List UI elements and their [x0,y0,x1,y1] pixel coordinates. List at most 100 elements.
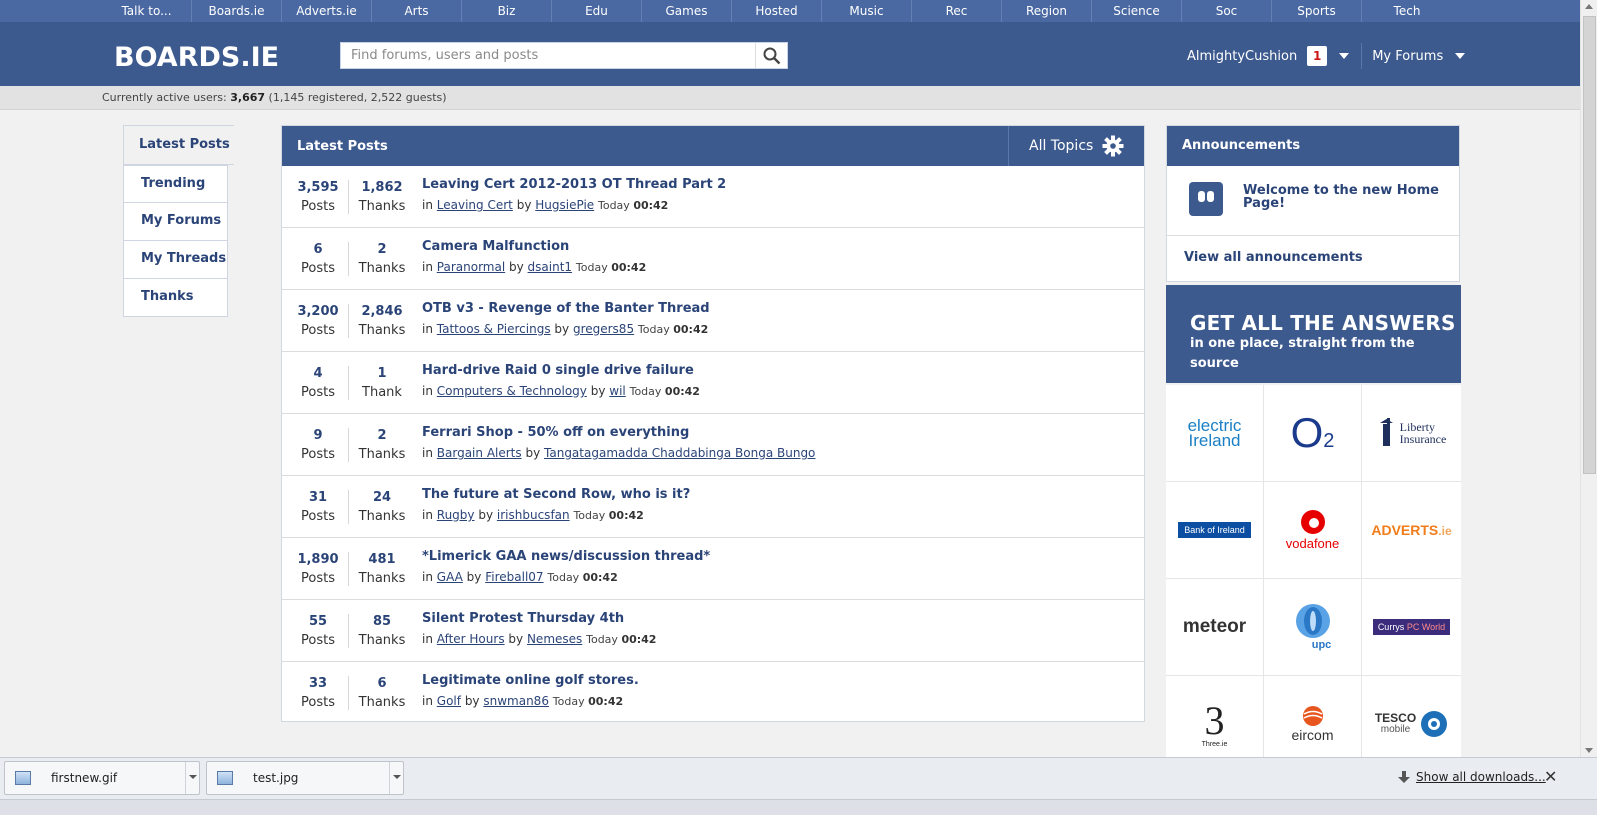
forum-link[interactable]: Bargain Alerts [437,446,522,460]
adverts-logo[interactable]: ADVERTS.ie [1362,482,1461,579]
thread-title-link[interactable]: Camera Malfunction [422,239,569,254]
scrollbar-thumb[interactable] [1583,16,1596,474]
category-link[interactable]: Biz [462,0,552,22]
by-label: by [516,198,532,212]
thanks-count-value: 2 [377,428,387,443]
active-users-total: 3,667 [230,91,266,104]
close-downloads-icon[interactable]: ✕ [1544,767,1557,786]
thread-title-link[interactable]: Silent Protest Thursday 4th [422,611,624,626]
brand-line1: Currys [1377,622,1405,632]
forum-link[interactable]: After Hours [437,632,505,646]
currys-logo[interactable]: Currys PC World [1362,579,1461,676]
bank-of-ireland-logo[interactable]: Bank of Ireland [1166,482,1264,579]
forum-link[interactable]: Tattoos & Piercings [437,322,551,336]
forum-link[interactable]: GAA [437,570,463,584]
thread-title-link[interactable]: Legitimate online golf stores. [422,673,639,688]
user-link[interactable]: Nemeses [527,632,582,646]
forum-link[interactable]: Golf [437,694,461,708]
partner-brands-grid: electric Ireland O2 Liberty Insurance Bank of… [1166,385,1461,773]
tab-my-forums[interactable]: My Forums [123,203,228,241]
category-link[interactable]: Talk to... [102,0,192,22]
scroll-down-arrow-icon[interactable] [1585,748,1593,753]
all-topics-filter[interactable]: All Topics [1008,126,1144,166]
thanks-count: 481 Thanks [354,550,410,588]
user-link[interactable]: Tangatagamadda Chaddabinga Bonga Bungo [544,446,815,460]
tab-my-threads[interactable]: My Threads [123,241,228,279]
category-link[interactable]: Edu [552,0,642,22]
category-link[interactable]: Adverts.ie [282,0,372,22]
user-link[interactable]: Fireball07 [485,570,543,584]
search-input[interactable] [341,43,755,68]
announcement-item[interactable]: Welcome to the new Home Page! [1167,166,1459,236]
category-link[interactable]: Music [822,0,912,22]
username-link[interactable]: AlmightyCushion [1187,49,1297,64]
view-all-announcements-link[interactable]: View all announcements [1167,236,1459,280]
user-link[interactable]: wil [609,384,625,398]
user-link[interactable]: snwman86 [483,694,549,708]
category-link[interactable]: Science [1092,0,1182,22]
user-dropdown-caret-icon[interactable] [1339,53,1350,59]
thanks-count-label: Thanks [358,695,406,710]
promo-banner[interactable]: GET ALL THE ANSWERS in one place, straig… [1166,285,1461,383]
download-menu-caret-icon[interactable] [185,762,199,794]
thread-meta: in Bargain Alerts by Tangatagamadda Chad… [422,446,815,460]
category-link[interactable]: Rec [912,0,1002,22]
gear-icon[interactable] [1102,135,1124,157]
user-link[interactable]: irishbucsfan [497,508,570,522]
category-link[interactable]: Soc [1182,0,1272,22]
post-day: Today [575,261,608,274]
category-link[interactable]: Sports [1272,0,1362,22]
electric-ireland-logo[interactable]: electric Ireland [1166,385,1264,482]
tab-latest-posts[interactable]: Latest Posts [123,125,234,165]
downloads-bar: firstnew.gif test.jpg Show all downloads… [0,757,1597,815]
user-link[interactable]: dsaint1 [528,260,573,274]
thread-title-link[interactable]: Ferrari Shop - 50% off on everything [422,425,689,440]
scroll-up-arrow-icon[interactable] [1585,4,1593,9]
liberty-insurance-logo[interactable]: Liberty Insurance [1362,385,1461,482]
notification-badge[interactable]: 1 [1307,46,1328,66]
brand-line1: eircom [1291,727,1334,743]
category-link[interactable]: Arts [372,0,462,22]
thread-title-link[interactable]: *Limerick GAA news/discussion thread* [422,549,710,564]
category-link[interactable]: Hosted [732,0,822,22]
category-link[interactable]: Boards.ie [192,0,282,22]
show-all-downloads[interactable]: Show all downloads... [1398,770,1546,784]
thread-title-link[interactable]: Hard-drive Raid 0 single drive failure [422,363,694,378]
user-link[interactable]: gregers85 [573,322,634,336]
search-button[interactable] [755,43,787,68]
download-item[interactable]: test.jpg [206,761,404,795]
user-link[interactable]: HugsiePie [535,198,594,212]
announcement-text[interactable]: Welcome to the new Home Page! [1243,184,1453,210]
show-all-downloads-link[interactable]: Show all downloads... [1416,770,1546,784]
forum-link[interactable]: Rugby [437,508,475,522]
post-row: 55 Posts 85 Thanks Silent Protest Thursday 4… [282,600,1144,662]
vodafone-logo[interactable]: vodafone [1264,482,1362,579]
category-link[interactable]: Games [642,0,732,22]
thread-title-link[interactable]: The future at Second Row, who is it? [422,487,690,502]
o2-logo[interactable]: O2 [1264,385,1362,482]
tab-trending[interactable]: Trending [123,165,228,203]
meteor-logo[interactable]: meteor [1166,579,1264,676]
my-forums-caret-icon[interactable] [1455,53,1466,59]
category-link[interactable]: Region [1002,0,1092,22]
download-item[interactable]: firstnew.gif [4,761,200,795]
post-time: 00:42 [611,261,647,274]
forum-link[interactable]: Leaving Cert [437,198,513,212]
upc-logo[interactable]: upc [1264,579,1362,676]
post-time: 00:42 [621,633,657,646]
post-list: 3,595 Posts 1,862 Thanks Leaving Cert 2012-2… [282,166,1144,724]
download-menu-caret-icon[interactable] [389,762,403,794]
thread-meta: in Computers & Technology by wil Today 0… [422,384,700,398]
boards-logo[interactable]: BOARDS.IE [114,40,296,73]
tab-thanks[interactable]: Thanks [123,279,228,317]
my-forums-menu[interactable]: My Forums [1372,49,1443,64]
in-label: in [422,694,433,708]
brand-line1: meteor [1182,616,1247,637]
category-link[interactable]: Tech [1362,0,1452,22]
forum-link[interactable]: Paranormal [437,260,505,274]
forum-link[interactable]: Computers & Technology [437,384,587,398]
announcements-title: Announcements [1167,126,1459,166]
thread-title-link[interactable]: OTB v3 - Revenge of the Banter Thread [422,301,710,316]
page-scrollbar[interactable] [1580,0,1597,757]
thread-title-link[interactable]: Leaving Cert 2012-2013 OT Thread Part 2 [422,177,726,192]
